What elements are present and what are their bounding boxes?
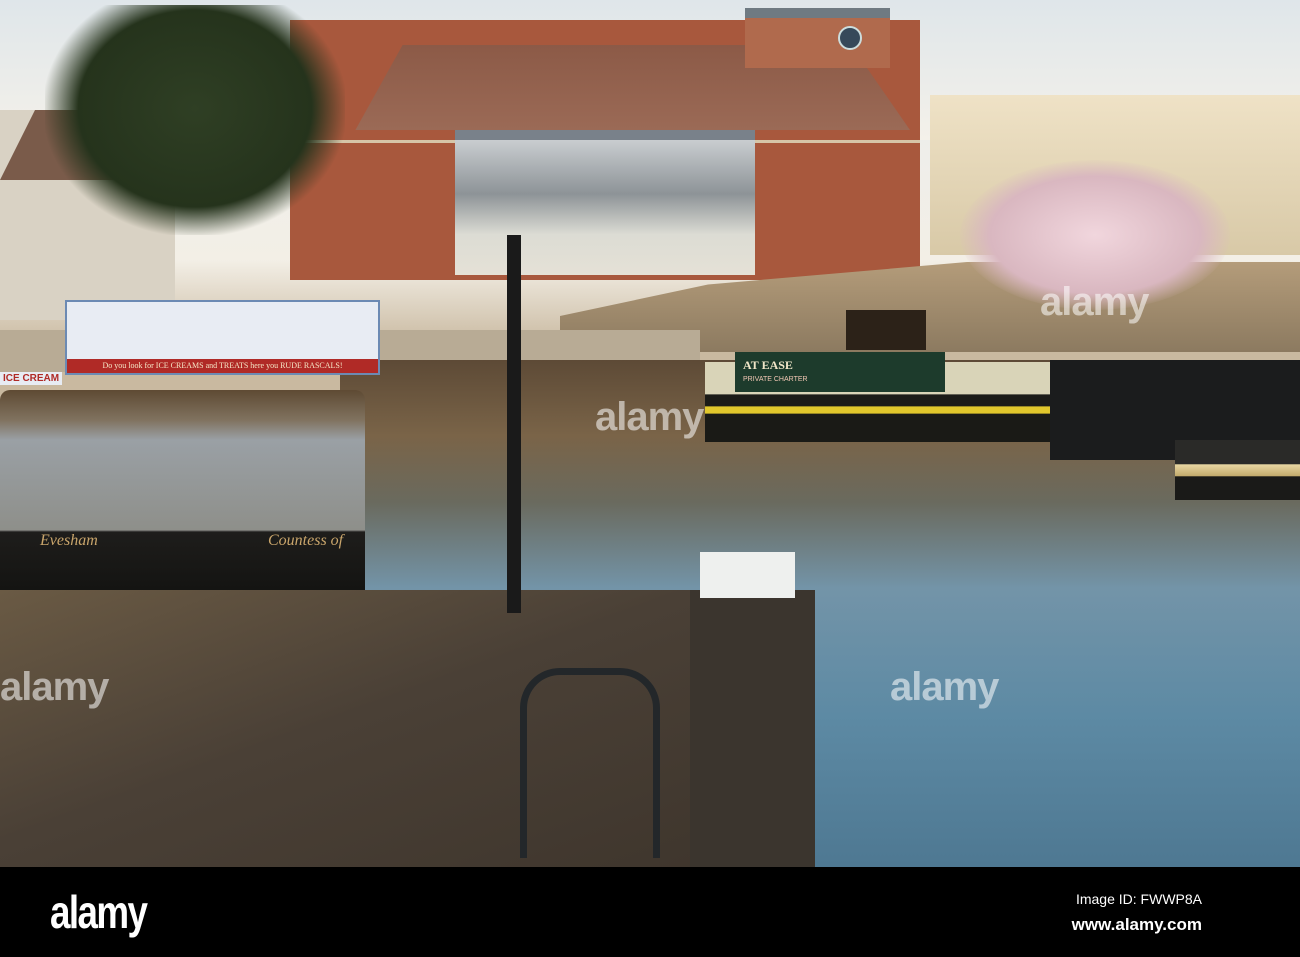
ice-cream-sign: ICE CREAM [0,372,63,385]
boat-name-evesham: Evesham [40,532,98,549]
at-ease-boat: AT EASE PRIVATE CHARTER [735,352,945,392]
alamy-logo: alamy [50,886,148,938]
boat-name-countess: Countess of [268,532,344,549]
cedar-tree [45,5,345,235]
watermark: alamy [1040,280,1149,324]
countess-boat: Evesham Countess of [0,390,365,590]
canal-basin-photo: Do you look for ICE CREAMS and TREATS he… [0,0,1300,867]
site-url: www.alamy.com [1071,915,1202,934]
image-id: Image ID: FWWP8A [1075,891,1202,907]
boat-subtitle: PRIVATE CHARTER [743,376,808,383]
boat-name: AT EASE [743,358,793,372]
clock-face [838,26,862,50]
watermark: alamy [0,665,109,709]
ice-cream-boat: Do you look for ICE CREAMS and TREATS he… [65,300,380,375]
lock-gate-beam [700,552,795,598]
glass-pavilion [455,130,755,275]
watermark: alamy [890,665,999,709]
bridge-arch [846,310,926,350]
clock-tower [745,8,890,68]
bike-boat [1175,440,1300,500]
footer-bar: alamy Image ID: FWWP8A www.alamy.com [0,867,1300,957]
lock-wall [690,590,815,867]
watermark: alamy [595,395,704,439]
lamp-post [507,235,521,613]
ice-cream-boat-slogan: Do you look for ICE CREAMS and TREATS he… [67,359,378,373]
quay-paving [0,590,780,867]
ladder-rail [520,668,660,858]
